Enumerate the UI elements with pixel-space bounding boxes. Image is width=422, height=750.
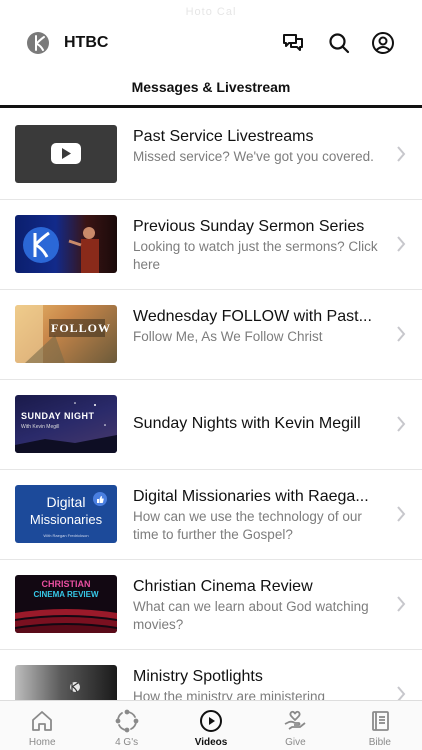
profile-icon[interactable] [370, 30, 396, 56]
item-title: Christian Cinema Review [133, 578, 313, 595]
home-icon [32, 711, 53, 731]
chevron-right-icon [397, 146, 406, 162]
video-list[interactable]: Past Service Livestreams Missed service?… [0, 110, 422, 700]
like-icon [93, 492, 107, 506]
thumbnail-video-placeholder [15, 125, 117, 183]
thumbnail-cinema-review: CHRISTIAN CINEMA REVIEW [15, 575, 117, 633]
thumb-subtext: With Kevin Megill [21, 424, 60, 430]
chevron-right-icon [397, 326, 406, 342]
tab-label: Bible [368, 737, 391, 748]
tab-home[interactable]: Home [0, 701, 84, 750]
item-subtitle: Looking to watch just the sermons? Click… [133, 239, 378, 272]
app-header: HTBC [0, 24, 422, 68]
thumbnail-ministry-spotlights [15, 665, 117, 700]
thumbnail-follow: FOLLOW [15, 305, 117, 363]
tab-label: 4 G's [115, 737, 139, 748]
tab-4gs[interactable]: 4 G's [84, 701, 168, 750]
cycle-icon [115, 709, 139, 733]
chevron-right-icon [397, 596, 406, 612]
item-title: Ministry Spotlights [133, 668, 263, 685]
thumb-subtext: With Raegan Fredrickson [43, 533, 89, 538]
tab-give[interactable]: Give [253, 701, 337, 750]
thumbnail-sermon [15, 215, 117, 273]
search-icon[interactable] [326, 30, 352, 56]
item-subtitle: Follow Me, As We Follow Christ [133, 329, 323, 344]
chevron-right-icon [397, 416, 406, 432]
thumb-text: SUNDAY NIGHT [21, 411, 95, 421]
list-item[interactable]: CHRISTIAN CINEMA REVIEW Christian Cinema… [0, 560, 422, 650]
item-subtitle: How the ministry are ministering [133, 689, 326, 700]
bottom-tab-bar: Home 4 G's Videos Give Bible [0, 700, 422, 750]
thumb-text-line-2: CINEMA REVIEW [33, 590, 99, 599]
church-logo [27, 32, 49, 54]
item-subtitle: How can we use the technology of our tim… [133, 509, 362, 542]
chevron-right-icon [397, 686, 406, 700]
chat-icon[interactable] [280, 30, 306, 56]
section-tab-indicator [0, 105, 422, 108]
item-title: Previous Sunday Sermon Series [133, 218, 365, 235]
app-title: HTBC [64, 34, 109, 51]
status-bar: Hoto Cal [0, 0, 422, 24]
tab-label: Home [28, 737, 56, 748]
chevron-right-icon [397, 506, 406, 522]
item-title: Sunday Nights with Kevin Megill [133, 415, 361, 432]
thumb-text: FOLLOW [51, 321, 112, 335]
tab-label: Videos [194, 737, 228, 748]
item-title: Past Service Livestreams [133, 128, 314, 145]
list-item[interactable]: Ministry Spotlights How the ministry are… [0, 650, 422, 700]
tab-label: Give [285, 737, 306, 748]
play-circle-icon [200, 710, 223, 732]
item-subtitle: Missed service? We've got you covered. [133, 149, 374, 164]
chevron-right-icon [397, 236, 406, 252]
item-title: Digital Missionaries with Raega... [133, 488, 369, 505]
tab-videos[interactable]: Videos [169, 701, 253, 750]
tab-bible[interactable]: Bible [338, 701, 422, 750]
section-title: Messages & Livestream [131, 79, 291, 95]
thumb-text-line-1: CHRISTIAN [41, 579, 91, 589]
list-item[interactable]: Past Service Livestreams Missed service?… [0, 110, 422, 200]
book-icon [371, 711, 389, 731]
status-carrier: Hoto Cal [185, 6, 237, 18]
thumbnail-sunday-night: SUNDAY NIGHT With Kevin Megill [15, 395, 117, 453]
thumb-text-line-2: Missionaries [29, 512, 103, 527]
list-item[interactable]: SUNDAY NIGHT With Kevin Megill Sunday Ni… [0, 380, 422, 470]
item-subtitle: What can we learn about God watching mov… [133, 599, 369, 632]
list-item[interactable]: Digital Missionaries With Raegan Fredric… [0, 470, 422, 560]
list-item[interactable]: Previous Sunday Sermon Series Looking to… [0, 200, 422, 290]
give-hand-heart-icon [285, 710, 306, 730]
thumbnail-digital-missionaries: Digital Missionaries With Raegan Fredric… [15, 485, 117, 543]
item-title: Wednesday FOLLOW with Past... [133, 308, 372, 325]
list-item[interactable]: FOLLOW Wednesday FOLLOW with Past... Fol… [0, 290, 422, 380]
